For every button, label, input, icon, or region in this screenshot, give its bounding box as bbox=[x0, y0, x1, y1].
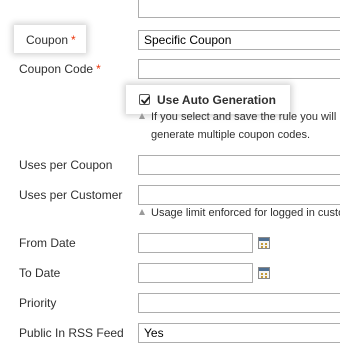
uses-per-customer-note: Usage limit enforced for logged in custo bbox=[139, 205, 340, 222]
uses-per-customer-label: Uses per Customer bbox=[19, 188, 123, 202]
uses-per-customer-note-text: Usage limit enforced for logged in custo bbox=[151, 207, 340, 219]
previous-field-input[interactable] bbox=[138, 0, 340, 18]
priority-label: Priority bbox=[19, 296, 57, 310]
auto-generation-note-line2: generate multiple coupon codes. bbox=[151, 129, 310, 141]
public-rss-select-value: Yes bbox=[144, 326, 164, 340]
coupon-label: Coupon * bbox=[26, 33, 76, 47]
from-date-label: From Date bbox=[19, 236, 76, 250]
auto-generation-note: If you select and save the rule you will bbox=[139, 109, 336, 126]
uses-per-customer-input[interactable] bbox=[138, 185, 340, 205]
uses-per-coupon-label: Uses per Coupon bbox=[19, 158, 113, 172]
to-date-input[interactable] bbox=[138, 263, 253, 283]
auto-generation-checkbox[interactable] bbox=[139, 94, 150, 105]
coupon-select[interactable]: Specific Coupon bbox=[138, 30, 340, 50]
checkmark-icon bbox=[141, 96, 150, 104]
required-marker: * bbox=[71, 33, 76, 47]
coupon-code-input[interactable] bbox=[138, 59, 340, 79]
triangle-up-icon bbox=[139, 209, 145, 215]
priority-input[interactable] bbox=[138, 293, 340, 313]
coupon-code-label-text: Coupon Code bbox=[19, 62, 94, 76]
auto-generation-label[interactable]: Use Auto Generation bbox=[157, 93, 276, 107]
to-date-label: To Date bbox=[19, 266, 61, 280]
calendar-icon[interactable] bbox=[258, 237, 270, 249]
coupon-select-value: Specific Coupon bbox=[144, 33, 232, 47]
from-date-input[interactable] bbox=[138, 233, 253, 253]
public-rss-label: Public In RSS Feed bbox=[19, 326, 124, 340]
coupon-label-text: Coupon bbox=[26, 33, 69, 47]
coupon-code-label: Coupon Code * bbox=[19, 62, 101, 76]
auto-generation-note-line1: If you select and save the rule you will bbox=[151, 111, 337, 123]
uses-per-coupon-input[interactable] bbox=[138, 155, 340, 175]
public-rss-select[interactable]: Yes bbox=[138, 323, 340, 343]
triangle-up-icon bbox=[139, 113, 145, 119]
required-marker: * bbox=[96, 62, 101, 76]
calendar-icon[interactable] bbox=[258, 267, 270, 279]
